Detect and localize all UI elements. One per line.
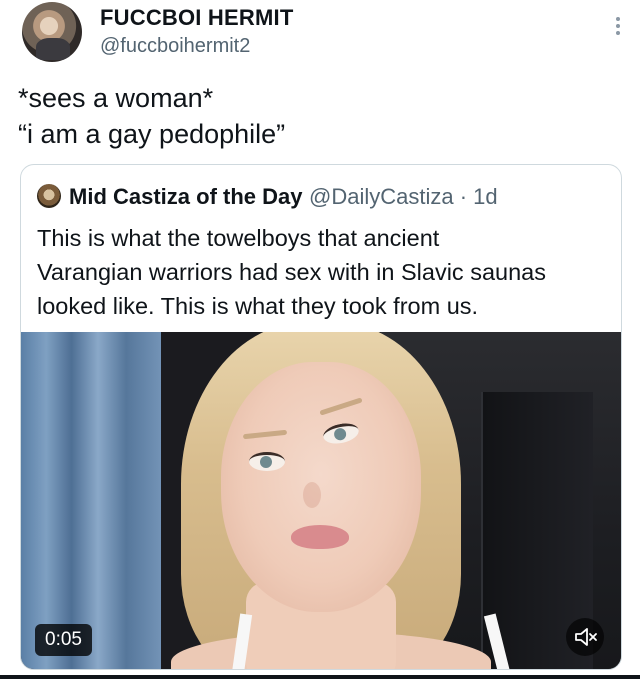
video-player[interactable]: 0:05 (21, 332, 621, 669)
quoted-author-display-name[interactable]: Mid Castiza of the Day (69, 184, 302, 210)
video-subject-lips (291, 525, 349, 549)
quoted-tweet-text: This is what the towelboys that ancient … (37, 221, 607, 323)
tweet-text-line: “i am a gay pedophile” (18, 119, 286, 149)
video-subject-face (221, 362, 421, 612)
tweet-text: *sees a woman* “i am a gay pedophile” (18, 80, 618, 152)
quoted-text-line: Varangian warriors had sex with in Slavi… (37, 259, 546, 285)
video-subject-eye (249, 452, 285, 471)
video-subject-nose (303, 482, 321, 508)
quoted-tweet-meta: @DailyCastiza · 1d (309, 184, 498, 210)
mute-button[interactable] (566, 618, 604, 656)
bottom-edge-bar (0, 675, 640, 679)
quoted-text-line: looked like. This is what they took from… (37, 293, 479, 319)
tweet-header: FUCCBOI HERMIT @fuccboihermit2 (18, 0, 628, 70)
quoted-tweet-header: Mid Castiza of the Day @DailyCastiza · 1… (37, 181, 607, 211)
quoted-tweet-card[interactable]: Mid Castiza of the Day @DailyCastiza · 1… (20, 164, 622, 670)
author-display-name[interactable]: FUCCBOI HERMIT (100, 5, 293, 31)
tweet-text-line: *sees a woman* (18, 83, 214, 113)
quoted-tweet-age[interactable]: 1d (473, 184, 497, 209)
video-duration-badge: 0:05 (35, 624, 92, 656)
video-curtain (21, 332, 161, 669)
speaker-muted-icon (575, 628, 597, 646)
author-avatar[interactable] (22, 2, 82, 62)
quoted-author-handle[interactable]: @DailyCastiza (309, 184, 454, 209)
meta-separator: · (459, 184, 468, 209)
quoted-text-line: This is what the towelboys that ancient (37, 225, 440, 251)
author-handle[interactable]: @fuccboihermit2 (100, 35, 250, 58)
more-vertical-icon[interactable] (608, 14, 628, 44)
quoted-author-avatar[interactable] (37, 184, 61, 208)
